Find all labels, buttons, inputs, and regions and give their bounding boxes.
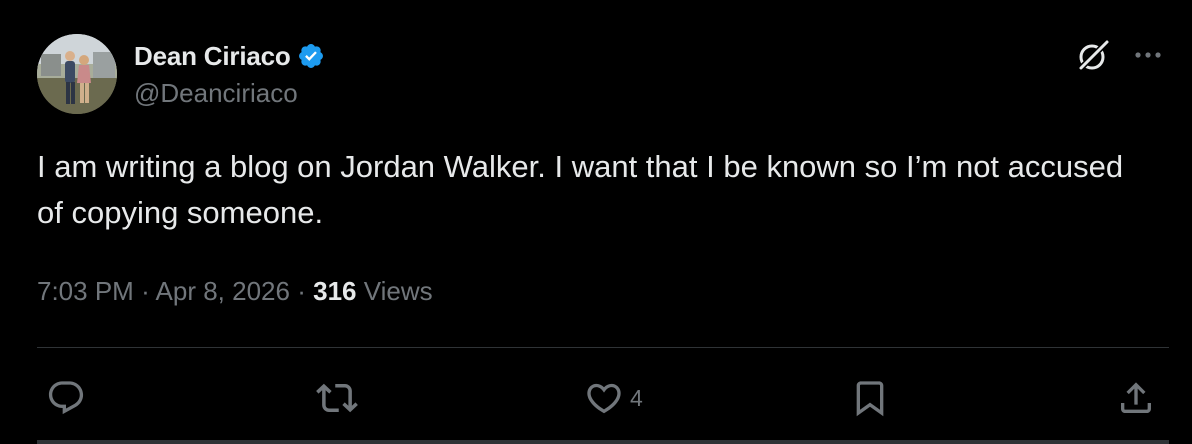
verified-badge-icon[interactable] — [297, 42, 325, 70]
like-count: 4 — [630, 384, 643, 411]
meta-separator: · — [141, 276, 150, 306]
reply-button[interactable] — [46, 376, 86, 420]
tweet-card: Dean Ciriaco @Deanciriaco I am writing a… — [0, 0, 1192, 444]
avatar[interactable] — [37, 34, 117, 114]
bottom-border — [37, 440, 1169, 444]
display-name[interactable]: Dean Ciriaco — [134, 41, 291, 72]
more-icon[interactable] — [1130, 40, 1166, 70]
views-count[interactable]: 316 — [313, 276, 356, 306]
tweet-meta: 7:03 PM · Apr 8, 2026 · 316 Views — [37, 276, 433, 307]
share-icon — [1121, 382, 1151, 413]
retweet-button[interactable] — [316, 376, 358, 420]
tweet-time[interactable]: 7:03 PM — [37, 276, 134, 306]
bookmark-button[interactable] — [850, 376, 890, 420]
reply-icon — [48, 381, 84, 415]
grok-icon[interactable] — [1075, 38, 1111, 74]
retweet-icon — [316, 383, 358, 413]
heart-icon — [587, 383, 621, 414]
tweet-text: I am writing a blog on Jordan Walker. I … — [37, 149, 1124, 230]
divider — [37, 347, 1169, 348]
views-label[interactable]: Views — [364, 276, 433, 306]
author-handle[interactable]: @Deanciriaco — [134, 78, 298, 109]
meta-separator: · — [297, 276, 306, 306]
avatar-photo — [37, 34, 117, 114]
like-button[interactable]: 4 — [584, 376, 643, 420]
share-button[interactable] — [1116, 376, 1156, 420]
author-name-row: Dean Ciriaco — [134, 38, 325, 74]
bookmark-icon — [856, 381, 884, 417]
tweet-date[interactable]: Apr 8, 2026 — [156, 276, 290, 306]
